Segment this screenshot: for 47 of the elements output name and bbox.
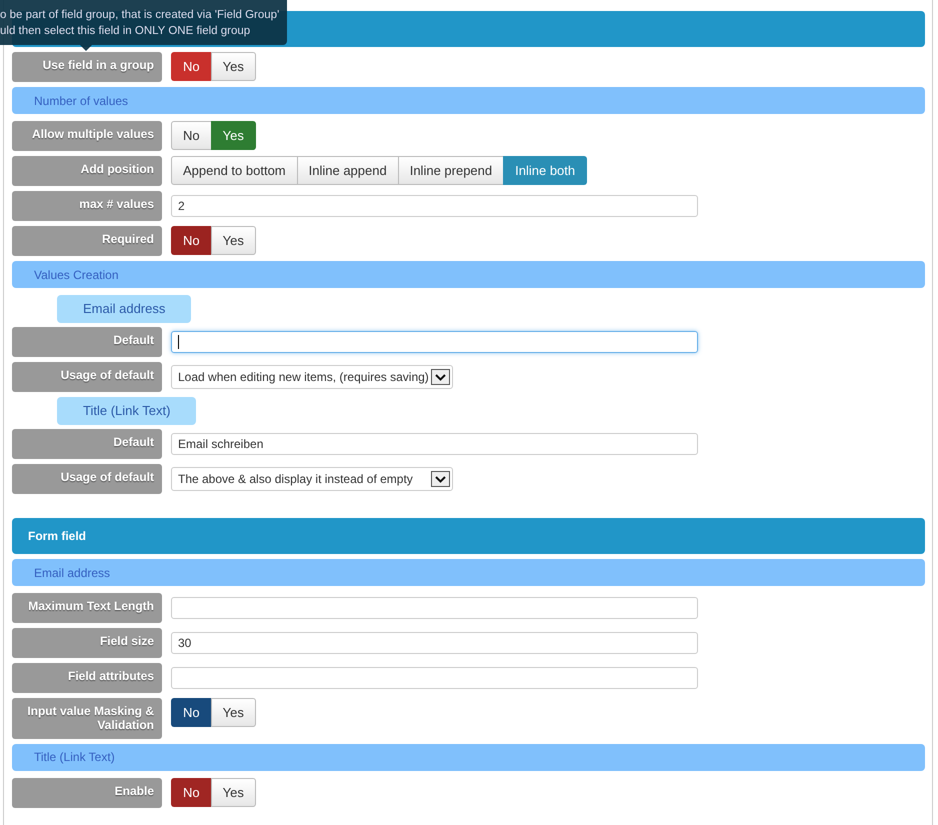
subsection-header: Title (Link Text)	[12, 744, 925, 771]
toggle-button[interactable]: Yes	[210, 121, 256, 150]
tooltip-text: o be part of field group, that is created via 'Field Group'	[0, 8, 280, 23]
field-label: Use field in a group	[12, 52, 162, 82]
tooltip-text: uld then select this field in ONLY ONE field group	[0, 24, 252, 39]
select-field[interactable]: Load when editing new items, (requires saving)	[171, 365, 453, 389]
toggle-button[interactable]: Yes	[210, 698, 256, 727]
section-header: Form field	[12, 518, 925, 554]
toggle-button[interactable]: Yes	[210, 778, 256, 807]
subsection-header: Number of values	[12, 87, 925, 114]
select-field[interactable]: The above & also display it instead of empty	[171, 467, 453, 491]
field-label: Enable	[12, 778, 162, 808]
field-label: Field size	[12, 628, 162, 658]
input-field[interactable]	[171, 597, 698, 619]
toggle-button[interactable]: Inline prepend	[398, 156, 504, 185]
field-label: Usage of default	[12, 362, 162, 392]
field-label: Allow multiple values	[12, 121, 162, 151]
field-label: Default	[12, 429, 162, 459]
input-field[interactable]: 2	[171, 195, 698, 217]
toggle-button[interactable]: No	[171, 52, 212, 81]
field-label: Usage of default	[12, 464, 162, 494]
subsection-header: Values Creation	[12, 261, 925, 288]
input-field[interactable]: 30	[171, 632, 698, 654]
subsection-header: Email address	[12, 559, 925, 586]
group-label: Email address	[57, 295, 192, 323]
input-field[interactable]: Email schreiben	[171, 433, 698, 455]
toggle-button[interactable]: Yes	[210, 226, 256, 255]
toggle-button[interactable]: No	[171, 226, 212, 255]
field-label: max # values	[12, 191, 162, 221]
input-field[interactable]	[171, 667, 698, 689]
group-label: Title (Link Text)	[57, 397, 196, 425]
toggle-button[interactable]: Append to bottom	[171, 156, 298, 185]
input-field[interactable]	[171, 331, 698, 353]
dropdown-icon	[431, 471, 450, 487]
field-label: Default	[12, 327, 162, 357]
toggle-button[interactable]: Inline append	[296, 156, 399, 185]
field-label: Input value Masking & Validation	[12, 698, 162, 739]
dropdown-icon	[431, 369, 450, 385]
toggle-button[interactable]: Yes	[210, 52, 256, 81]
toggle-button[interactable]: No	[171, 778, 212, 807]
field-label: Field attributes	[12, 663, 162, 693]
field-label: Add position	[12, 156, 162, 186]
toggle-button[interactable]: No	[171, 698, 212, 727]
field-label: Maximum Text Length	[12, 593, 162, 623]
field-label: Required	[12, 226, 162, 256]
toggle-button[interactable]: Inline both	[503, 156, 588, 185]
toggle-button[interactable]: No	[171, 121, 212, 150]
